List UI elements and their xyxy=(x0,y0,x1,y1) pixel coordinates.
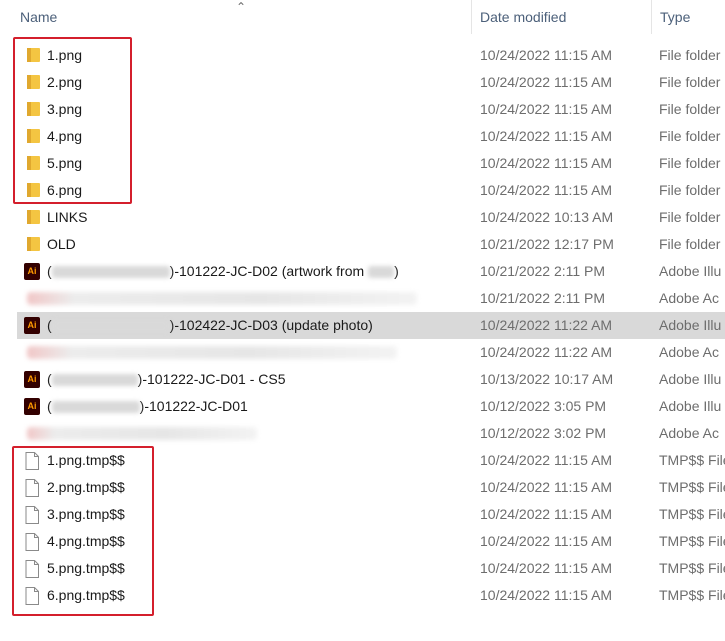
file-row[interactable]: 10/12/2022 3:02 PM Adobe Ac xyxy=(17,420,725,447)
file-date-modified: 10/24/2022 11:15 AM xyxy=(480,128,613,144)
column-type[interactable]: Type xyxy=(660,0,690,34)
file-date-modified: 10/24/2022 11:15 AM xyxy=(480,74,613,90)
file-type: Adobe Illu xyxy=(659,263,722,279)
folder-icon xyxy=(27,236,40,251)
file-date-modified: 10/12/2022 3:02 PM xyxy=(480,425,607,441)
file-name: ()-102422-JC-D03 (update photo) xyxy=(47,317,373,333)
file-name: ()-101222-JC-D01 - CS5 xyxy=(47,371,286,387)
file-date-modified: 10/21/2022 2:11 PM xyxy=(480,290,606,306)
file-date-modified: 10/24/2022 11:15 AM xyxy=(480,47,613,63)
file-type: TMP$$ File xyxy=(659,533,725,549)
column-divider[interactable] xyxy=(651,0,652,34)
file-date-modified: 10/24/2022 11:22 AM xyxy=(480,317,613,333)
file-date-modified: 10/21/2022 2:11 PM xyxy=(480,263,606,279)
file-date-modified: 10/24/2022 11:22 AM xyxy=(480,344,613,360)
file-date-modified: 10/24/2022 11:15 AM xyxy=(480,506,613,522)
file-date-modified: 10/24/2022 11:15 AM xyxy=(480,182,613,198)
file-row[interactable]: Ai ()-101222-JC-D01 10/12/2022 3:05 PM Adob… xyxy=(17,393,725,420)
redacted-name xyxy=(27,292,417,305)
column-date-modified[interactable]: Date modified xyxy=(480,0,566,34)
file-date-modified: 10/24/2022 10:13 AM xyxy=(480,209,614,225)
file-type: Adobe Illu xyxy=(659,398,722,414)
redacted-text xyxy=(51,401,140,414)
file-date-modified: 10/24/2022 11:15 AM xyxy=(480,101,613,117)
column-divider[interactable] xyxy=(471,0,472,34)
file-type: TMP$$ File xyxy=(659,479,725,495)
redacted-name xyxy=(27,427,257,440)
file-name: ()-101222-JC-D02 (artwork from) xyxy=(47,263,399,279)
folder-icon xyxy=(27,209,40,224)
file-type: TMP$$ File xyxy=(659,452,725,468)
redacted-text xyxy=(51,266,170,279)
column-header: Name ⌃ Date modified Type xyxy=(0,0,725,34)
file-date-modified: 10/12/2022 3:05 PM xyxy=(480,398,607,414)
file-type: File folder xyxy=(659,101,721,117)
file-row[interactable]: 10/21/2022 2:11 PM Adobe Ac xyxy=(17,285,725,312)
file-date-modified: 10/21/2022 12:17 PM xyxy=(480,236,614,252)
illustrator-icon: Ai xyxy=(24,317,40,334)
file-row[interactable]: Ai ()-102422-JC-D03 (update photo) 10/24/2… xyxy=(17,312,725,339)
illustrator-icon: Ai xyxy=(24,398,40,415)
file-row[interactable]: Ai ()-101222-JC-D01 - CS5 10/13/2022 10:17… xyxy=(17,366,725,393)
file-type: Adobe Ac xyxy=(659,425,719,441)
file-type: File folder xyxy=(659,236,721,252)
file-row[interactable]: 10/24/2022 11:22 AM Adobe Ac xyxy=(17,339,725,366)
redacted-name xyxy=(27,346,397,359)
illustrator-icon: Ai xyxy=(24,371,40,388)
file-row[interactable]: Ai ()-101222-JC-D02 (artwork from) 10/21/2… xyxy=(17,258,725,285)
file-date-modified: 10/24/2022 11:15 AM xyxy=(480,155,613,171)
file-type: Adobe Ac xyxy=(659,290,719,306)
redacted-text xyxy=(51,320,170,333)
file-date-modified: 10/13/2022 10:17 AM xyxy=(480,371,614,387)
file-type: File folder xyxy=(659,182,721,198)
highlight-box-tmp-files xyxy=(12,446,154,616)
file-date-modified: 10/24/2022 11:15 AM xyxy=(480,452,613,468)
file-name: OLD xyxy=(47,236,76,252)
file-date-modified: 10/24/2022 11:15 AM xyxy=(480,479,613,495)
file-type: File folder xyxy=(659,47,721,63)
file-name: LINKS xyxy=(47,209,88,225)
highlight-box-folders xyxy=(13,37,132,204)
file-type: TMP$$ File xyxy=(659,560,725,576)
file-row[interactable]: OLD 10/21/2022 12:17 PM File folder xyxy=(17,231,725,258)
file-type: Adobe Illu xyxy=(659,371,722,387)
file-type: File folder xyxy=(659,155,721,171)
file-type: File folder xyxy=(659,74,721,90)
illustrator-icon: Ai xyxy=(24,263,40,280)
sort-ascending-icon: ⌃ xyxy=(236,0,247,14)
column-name[interactable]: Name xyxy=(20,0,57,34)
file-type: TMP$$ File xyxy=(659,587,725,603)
file-row[interactable]: LINKS 10/24/2022 10:13 AM File folder xyxy=(17,204,725,231)
file-date-modified: 10/24/2022 11:15 AM xyxy=(480,533,613,549)
file-type: Adobe Illu xyxy=(659,317,722,333)
file-type: TMP$$ File xyxy=(659,506,725,522)
file-date-modified: 10/24/2022 11:15 AM xyxy=(480,560,613,576)
file-date-modified: 10/24/2022 11:15 AM xyxy=(480,587,613,603)
file-type: File folder xyxy=(659,128,721,144)
file-type: File folder xyxy=(659,209,721,225)
redacted-text xyxy=(368,266,395,279)
file-name: ()-101222-JC-D01 xyxy=(47,398,248,414)
file-type: Adobe Ac xyxy=(659,344,719,360)
redacted-text xyxy=(51,374,138,387)
